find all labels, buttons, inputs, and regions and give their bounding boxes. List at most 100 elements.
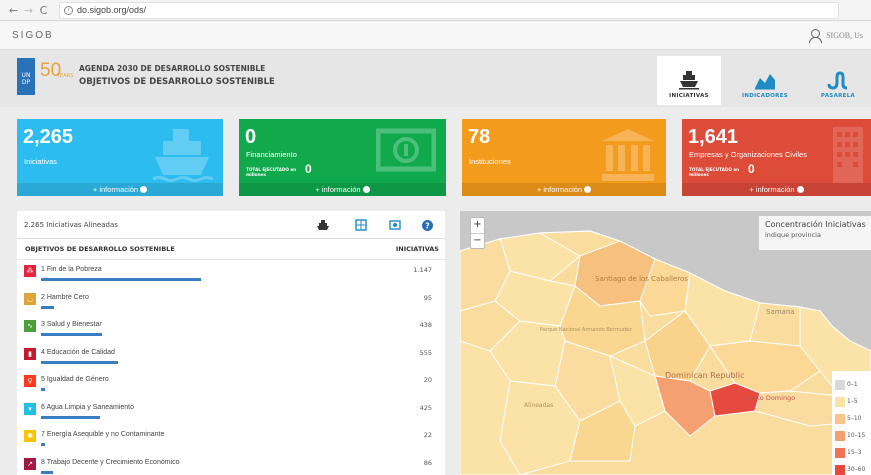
sdg-title: OBJETIVOS DE DESARROLLO SOSTENIBLE [79,77,275,87]
stepped-line-icon [827,71,848,90]
bowl-icon: ◡ [24,292,36,305]
anniversary-word: YEARS [57,73,74,79]
app-title: SIGOB [12,29,54,41]
more-info-text: + información [536,185,583,194]
undp-logo: UN DP [17,58,35,95]
zoom-out-button[interactable]: − [471,233,484,248]
map-info-title: Concentración Iniciativas [765,220,866,229]
iniciativas-count: 2,265 [23,126,74,148]
map-label-samana: Samana [766,308,795,316]
tab-iniciativas[interactable]: INICIATIVAS [657,56,721,105]
arrow-circle-icon [584,186,592,193]
area-chart-icon [755,74,775,90]
objective-count: 95 [423,293,432,302]
gender-icon: ♀ [24,375,36,387]
reload-icon[interactable]: C [36,4,51,17]
tab-pasarela-label: PASARELA [820,93,856,99]
objective-bar [41,333,103,336]
legend-swatch [835,430,845,441]
legend-label: 15–3 [847,449,862,456]
empresas-more-link[interactable]: + información [682,183,871,196]
zoom-control: + − [470,217,485,249]
ship-icon [152,129,213,182]
sun-icon: ✺ [24,430,36,442]
aligned-count: 2.265 Iniciativas Alineadas [24,220,118,229]
map-legend: 0–1 1–5 5–10 10–15 15–3 30–60 [832,371,871,475]
svg-text:?: ? [425,221,430,230]
map-label-santiago: Santiago de los Caballeros [595,275,688,283]
instituciones-count: 78 [468,126,491,148]
growth-icon: ↗ [24,457,36,470]
map-panel[interactable]: Santiago de los Caballeros Samana Parque… [460,211,871,475]
objective-row[interactable]: ▮ 4 Educación de Calidad 555 [17,343,445,371]
legend-swatch [835,379,845,390]
tab-indicadores[interactable]: INDICADORES [733,56,797,105]
more-info-text: + información [749,185,795,194]
objective-count: 438 [419,321,432,329]
legend-item: 10–15 [835,427,871,444]
objective-row[interactable]: ✺ 7 Energía Asequible y no Contaminante 22 [17,425,445,453]
instituciones-more-link[interactable]: + información [462,183,666,196]
objective-row[interactable]: ↗ 8 Trabajo Decente y Crecimiento Económi… [17,453,445,475]
institution-icon [602,129,654,181]
objective-bar [41,443,45,446]
legend-label: 30–60 [847,466,866,473]
objective-row[interactable]: ∿ 3 Salud y Bienestar 438 [17,315,445,343]
arrow-circle-icon [140,186,148,193]
financiamiento-count: 0 [245,126,257,148]
objective-count: 1.147 [413,266,432,274]
heartbeat-icon: ∿ [24,320,36,332]
objective-bar [41,470,53,474]
help-icon[interactable]: ? [419,217,435,233]
objective-label: 3 Salud y Bienestar [41,321,102,328]
objective-bar [41,360,119,364]
forward-icon[interactable]: → [21,4,36,17]
empresas-sub: TOTAL EJECUTADO en millones [689,167,740,177]
tab-pasarela[interactable]: PASARELA [806,56,870,105]
info-icon[interactable]: i [64,5,73,15]
legend-swatch [835,464,845,475]
building-icon [833,127,863,183]
objective-count: 22 [423,431,432,439]
map-label-dominican: Dominican Republic [665,371,744,380]
tab-iniciativas-label: INICIATIVAS [669,93,709,99]
financiamiento-more-link[interactable]: + información [239,183,446,196]
back-icon[interactable]: ← [6,4,21,17]
agenda-title: AGENDA 2030 DE DESARROLLO SOSTENIBLE [79,64,266,73]
ship-icon[interactable] [315,217,331,233]
water-icon: ▾ [24,402,36,415]
objective-row[interactable]: ◡ 2 Hambre Cero 95 [17,288,445,316]
user-menu[interactable]: SIGOB, Us [809,28,863,43]
objective-row[interactable]: ▾ 6 Agua Limpia y Saneamiento 425 [17,398,445,426]
card-empresas: 1,641 Empresas y Organizaciones Civiles … [682,119,871,196]
legend-item: 0–1 [835,376,871,393]
card-financiamiento: 0 Financiamiento TOTAL EJECUTADO en mill… [239,119,446,196]
money-icon[interactable] [387,217,403,233]
legend-label: 0–1 [847,381,858,388]
legend-label: 1–5 [847,398,858,405]
legend-swatch [835,413,845,424]
legend-label: 5–10 [847,415,862,422]
book-icon: ▮ [24,347,36,360]
objective-row[interactable]: ♀ 5 Igualdad de Género 20 [17,370,445,398]
card-iniciativas: 2,265 Iniciativas + información [17,119,223,196]
objective-label: 2 Hambre Cero [41,293,89,301]
iniciativas-more-link[interactable]: + información [17,183,223,196]
objective-count: 555 [419,348,432,357]
financiamiento-sub-value: 0 [305,162,312,176]
map-label-parque: Parque Nacional Armando Bermudez [540,327,632,333]
objective-row[interactable]: ⁂ 1 Fin de la Pobreza 1.147 [17,260,445,288]
empresas-count: 1,641 [688,126,739,148]
map-label-santo-domingo: Santo Domingo [745,394,795,402]
address-bar[interactable]: i do.sigob.org/ods/ [59,1,839,19]
url-text: do.sigob.org/ods/ [77,5,147,15]
empresas-sub-value: 0 [748,162,755,176]
grid-map-icon[interactable] [353,217,369,233]
card-instituciones: 78 Instituciones + información [462,119,666,196]
user-icon [809,28,823,43]
family-icon: ⁂ [24,265,36,277]
objective-label: 4 Educación de Calidad [41,348,115,356]
zoom-in-button[interactable]: + [471,218,484,233]
objective-count: 425 [419,403,432,412]
map-label-alineadas: Alineadas [524,402,553,409]
